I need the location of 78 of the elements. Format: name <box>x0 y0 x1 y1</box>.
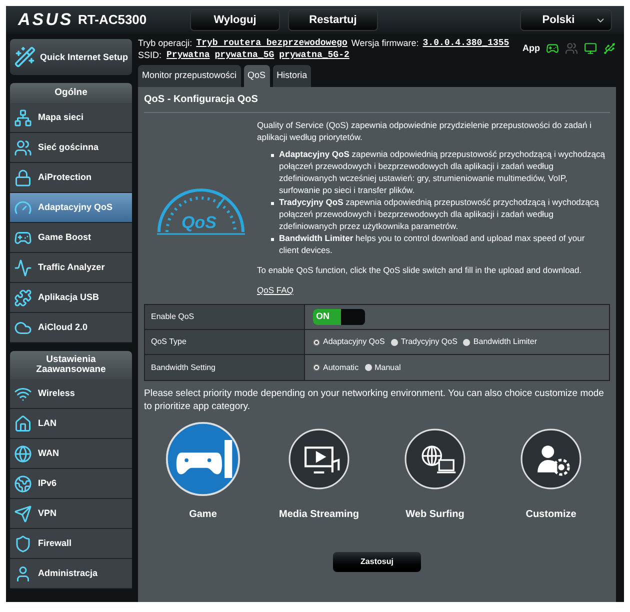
tab[interactable]: Monitor przepustowości <box>138 65 241 87</box>
sidebar-item[interactable]: Wireless <box>10 379 132 409</box>
qos-gauge-logo: QoS <box>154 180 246 236</box>
users-icon[interactable] <box>565 42 578 56</box>
setting-label: QoS Type <box>145 330 305 354</box>
mode-label: Tryb operacji: <box>138 37 192 49</box>
user-icon <box>14 564 32 582</box>
mode-button[interactable] <box>165 421 241 497</box>
tab[interactable]: QoS <box>244 65 270 87</box>
gamepad-icon[interactable] <box>546 42 559 56</box>
shield-icon <box>14 534 32 552</box>
gauge-icon <box>14 198 32 216</box>
sidebar-item[interactable]: AiCloud 2.0 <box>10 313 132 343</box>
sidebar-section-header: Ogólne <box>54 88 88 98</box>
tab[interactable]: Historia <box>272 65 312 87</box>
ssid-link[interactable]: prywatna_5G-2 <box>279 49 350 61</box>
radio-option[interactable]: Bandwidth Limiter <box>463 336 538 348</box>
sidebar-item[interactable]: Game Boost <box>10 223 132 253</box>
plane-icon <box>14 504 32 522</box>
globe-icon <box>14 474 32 492</box>
network-icon <box>14 108 32 126</box>
sidebar-item[interactable]: LAN <box>10 409 132 439</box>
mode-label: Web Surfing <box>406 508 464 522</box>
setting-label: Enable QoS <box>145 305 305 329</box>
model-name: RT-AC5300 <box>78 11 148 30</box>
radio-option[interactable]: Adaptacyjny QoS <box>313 336 385 348</box>
ssid-link[interactable]: prywatna_5G <box>214 49 274 61</box>
sidebar-item[interactable]: AiProtection <box>10 163 132 193</box>
mode-button[interactable] <box>404 428 466 490</box>
header-button[interactable]: Wyloguj <box>190 9 280 31</box>
bullet-text: Adaptacyjny QoS zapewnia odpowiednią przepustowość przychodzącą i wychodzącą połączeń przewodowych i bezprzewodowych dla aplikacji i zadań według zdefiniowanych wcześniej ustawień: gry, strumieniowanie multimediów, VoIP, surfowanie po sieci i transfer plików. <box>279 148 606 196</box>
radio-option[interactable]: Tradycyjny QoS <box>390 336 458 348</box>
bullet-text: Tradycyjny QoS zapewnia odpowiednią przepustowość przychodzącą i wychodzącą połączeń przewodowych i bezprzewodowych dla aplikacji i zadań według zdefiniowanych przez użytkownika parametrów. <box>279 196 600 232</box>
wand-icon <box>14 46 36 68</box>
sidebar-item[interactable]: WAN <box>10 439 132 469</box>
activity-icon <box>14 258 32 276</box>
enable-note: To enable QoS function, click the QoS slide switch and fill in the upload and download. <box>257 264 583 276</box>
sidebar-item[interactable]: Adaptacyjny QoS <box>10 193 132 223</box>
panel-title: QoS - Konfiguracja QoS <box>144 87 610 113</box>
firmware-link[interactable]: 3.0.0.4.380_1355 <box>422 37 510 49</box>
globe-icon <box>14 444 32 462</box>
bullet-text: Bandwidth Limiter helps you to control download and upload max speed of your client devices. <box>279 232 586 256</box>
mode-button[interactable] <box>520 428 582 490</box>
monitor-icon[interactable] <box>584 42 597 56</box>
sidebar-item[interactable]: VPN <box>10 499 132 529</box>
apply-button[interactable]: Zastosuj <box>333 552 421 572</box>
language-select[interactable]: Polski <box>520 9 612 31</box>
mode-label: Game <box>189 508 217 522</box>
ssid-label: SSID: <box>138 49 162 61</box>
sidebar-section-header: Ustawienia Zaawansowane <box>35 355 107 375</box>
lock-icon <box>14 168 32 186</box>
sidebar-item[interactable]: Firewall <box>10 529 132 559</box>
mode-button[interactable] <box>288 428 350 490</box>
intro-text: Quality of Service (QoS) zapewnia odpowiednie przydzielenie przepustowości do zadań i aplikacji według priorytetów. <box>257 119 593 143</box>
sidebar-item[interactable]: IPv6 <box>10 469 132 499</box>
mode-label: Media Streaming <box>278 508 360 522</box>
sidebar-item[interactable]: Mapa sieci <box>10 103 132 133</box>
radio-option[interactable]: Manual <box>364 362 401 374</box>
firmware-label: Wersja firmware: <box>351 37 419 49</box>
app-label[interactable]: App <box>522 42 540 56</box>
quick-setup-button[interactable]: Quick Internet Setup <box>10 39 132 75</box>
sidebar-item[interactable]: Aplikacja USB <box>10 283 132 313</box>
priority-note: Please select priority mode depending on your networking environment. You can also choice customize mode to prioritize app category. <box>144 387 605 413</box>
users-icon <box>14 138 32 156</box>
ssid-link[interactable]: Prywatna <box>166 49 210 61</box>
house-icon <box>14 414 32 432</box>
brand-logo: ASUS <box>18 9 70 32</box>
puzzle-icon <box>14 288 32 306</box>
sidebar-item[interactable]: Traffic Analyzer <box>10 253 132 283</box>
radio-option[interactable]: Automatic <box>313 362 359 374</box>
mode-label: Customize <box>526 508 576 522</box>
sidebar-item[interactable]: Administracja <box>10 559 132 589</box>
sidebar-item[interactable]: Sieć gościnna <box>10 133 132 163</box>
mode-link[interactable]: Tryb routera bezprzewodowego <box>196 37 348 49</box>
setting-label: Bandwidth Setting <box>145 355 305 380</box>
usb-icon[interactable] <box>603 42 616 56</box>
header-button[interactable]: Restartuj <box>288 9 378 31</box>
faq-link[interactable]: QoS FAQ <box>257 284 294 296</box>
